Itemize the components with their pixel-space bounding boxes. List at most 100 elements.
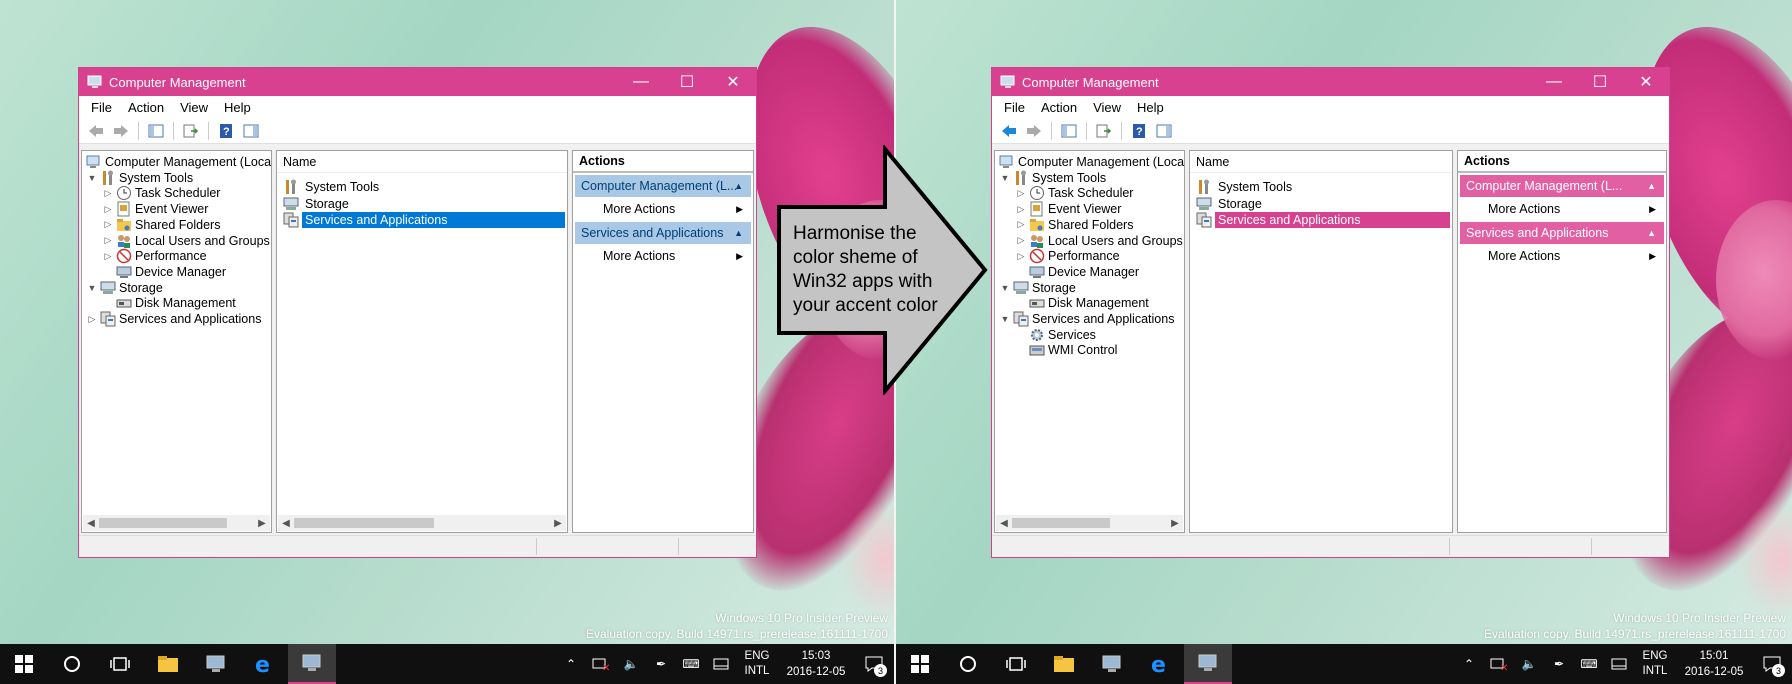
actions-section-header[interactable]: Computer Management (L... ▲: [1460, 175, 1664, 197]
back-arrow-icon[interactable]: [998, 121, 1020, 141]
input-language-indicator[interactable]: ENG INTL: [1634, 649, 1676, 679]
network-disconnected-icon[interactable]: ✕: [1484, 644, 1514, 684]
column-header-name[interactable]: Name: [277, 151, 567, 173]
start-windows-icon[interactable]: [896, 644, 944, 684]
list-item[interactable]: Services and Applications: [1194, 211, 1450, 229]
tree-expander-icon[interactable]: ▷: [102, 251, 114, 262]
file-explorer-icon[interactable]: [144, 644, 192, 684]
start-windows-icon[interactable]: [0, 644, 48, 684]
clock[interactable]: 15:01 2016-12-05: [1676, 648, 1752, 680]
column-header-name[interactable]: Name: [1190, 151, 1452, 173]
tree-expander-icon[interactable]: ▷: [1015, 235, 1027, 246]
pen-workspace-icon[interactable]: ✒: [646, 644, 676, 684]
maximize-icon[interactable]: ☐: [664, 68, 710, 96]
tree-expander-icon[interactable]: ▼: [86, 173, 98, 183]
tree-expander-icon[interactable]: ▷: [102, 235, 114, 246]
more-actions-menu-item[interactable]: More Actions ▶: [603, 199, 745, 219]
actions-section-header[interactable]: Services and Applications ▲: [575, 222, 751, 244]
export-list-icon[interactable]: [1093, 121, 1115, 141]
more-actions-menu-item[interactable]: More Actions ▶: [1488, 199, 1658, 219]
forward-arrow-icon[interactable]: [110, 121, 132, 141]
actions-section-header[interactable]: Services and Applications ▲: [1460, 222, 1664, 244]
export-list-icon[interactable]: [180, 121, 202, 141]
volume-icon[interactable]: 🔈: [1514, 644, 1544, 684]
tree-expander-icon[interactable]: ▼: [999, 173, 1011, 183]
touch-keyboard-icon[interactable]: ⌨: [676, 644, 706, 684]
tree-pane[interactable]: Computer Management (Local ▼ System Tools ▷…: [81, 150, 272, 533]
tree-expander-icon[interactable]: ▼: [999, 314, 1011, 324]
forward-arrow-icon[interactable]: [1023, 121, 1045, 141]
actions-section-header[interactable]: Computer Management (L... ▲: [575, 175, 751, 197]
action-center-icon[interactable]: 3: [854, 644, 894, 684]
menu-file[interactable]: File: [996, 100, 1033, 115]
tree-pane[interactable]: Computer Management (Local ▼ System Tools ▷…: [994, 150, 1185, 533]
clock[interactable]: 15:03 2016-12-05: [778, 648, 854, 680]
tree-expander-icon[interactable]: ▷: [1015, 251, 1027, 262]
more-actions-menu-item[interactable]: More Actions ▶: [1488, 246, 1658, 266]
file-explorer-icon[interactable]: [1040, 644, 1088, 684]
title-bar[interactable]: Computer Management — ☐ ✕: [79, 68, 756, 96]
close-icon[interactable]: ✕: [710, 68, 756, 96]
horizontal-scrollbar[interactable]: ◀ ▶: [83, 515, 270, 531]
show-hide-tree-icon[interactable]: [145, 121, 167, 141]
collapse-triangle-icon[interactable]: ▲: [734, 181, 743, 191]
tablet-mode-icon[interactable]: [1604, 644, 1634, 684]
list-pane[interactable]: Name System Tools Storage Services and App…: [1189, 150, 1453, 533]
minimize-icon[interactable]: —: [618, 68, 664, 96]
computer-management-active-icon[interactable]: [288, 644, 336, 684]
cortana-search-icon[interactable]: [944, 644, 992, 684]
more-actions-menu-item[interactable]: More Actions ▶: [603, 246, 745, 266]
menu-view[interactable]: View: [172, 100, 216, 115]
tree-expander-icon[interactable]: ▼: [86, 283, 98, 293]
computer-management-active-icon[interactable]: [1184, 644, 1232, 684]
collapse-triangle-icon[interactable]: ▲: [1647, 181, 1656, 191]
help-icon[interactable]: ?: [215, 121, 237, 141]
tree-expander-icon[interactable]: ▷: [102, 188, 114, 199]
horizontal-scrollbar[interactable]: ◀ ▶: [996, 515, 1183, 531]
scrollbar-thumb[interactable]: [99, 518, 227, 528]
minimize-icon[interactable]: —: [1531, 68, 1577, 96]
list-item[interactable]: Storage: [1194, 195, 1265, 213]
list-item[interactable]: System Tools: [1194, 178, 1295, 196]
tree-expander-icon[interactable]: ▷: [1015, 188, 1027, 199]
menu-view[interactable]: View: [1085, 100, 1129, 115]
list-item[interactable]: System Tools: [281, 178, 382, 196]
network-disconnected-icon[interactable]: ✕: [586, 644, 616, 684]
back-arrow-icon[interactable]: [85, 121, 107, 141]
menu-action[interactable]: Action: [120, 100, 172, 115]
title-bar[interactable]: Computer Management — ☐ ✕: [992, 68, 1669, 96]
edge-browser-icon[interactable]: e: [240, 644, 288, 684]
menu-help[interactable]: Help: [216, 100, 259, 115]
scroll-left-icon[interactable]: ◀: [278, 518, 294, 529]
tree-node[interactable]: ▷ Services and Applications: [86, 310, 261, 328]
scroll-right-icon[interactable]: ▶: [1167, 518, 1183, 529]
show-hidden-icons-chevron-icon[interactable]: ⌃: [1454, 644, 1484, 684]
action-center-icon[interactable]: 3: [1752, 644, 1792, 684]
close-icon[interactable]: ✕: [1623, 68, 1669, 96]
tree-expander-icon[interactable]: ▷: [1015, 219, 1027, 230]
menu-action[interactable]: Action: [1033, 100, 1085, 115]
menu-help[interactable]: Help: [1129, 100, 1172, 115]
collapse-triangle-icon[interactable]: ▲: [1647, 228, 1656, 238]
show-hide-action-pane-icon[interactable]: [240, 121, 262, 141]
tree-expander-icon[interactable]: ▷: [1015, 204, 1027, 215]
show-hide-action-pane-icon[interactable]: [1153, 121, 1175, 141]
pen-workspace-icon[interactable]: ✒: [1544, 644, 1574, 684]
touch-keyboard-icon[interactable]: ⌨: [1574, 644, 1604, 684]
tree-expander-icon[interactable]: ▼: [999, 283, 1011, 293]
list-item[interactable]: Services and Applications: [281, 211, 565, 229]
tablet-mode-icon[interactable]: [706, 644, 736, 684]
tree-expander-icon[interactable]: ▷: [86, 314, 98, 325]
scroll-right-icon[interactable]: ▶: [254, 518, 270, 529]
scrollbar-thumb[interactable]: [1012, 518, 1110, 528]
scroll-left-icon[interactable]: ◀: [996, 518, 1012, 529]
tree-expander-icon[interactable]: ▷: [102, 204, 114, 215]
tree-expander-icon[interactable]: ▷: [102, 219, 114, 230]
edge-browser-icon[interactable]: e: [1136, 644, 1184, 684]
collapse-triangle-icon[interactable]: ▲: [734, 228, 743, 238]
list-pane[interactable]: Name System Tools Storage Services and App…: [276, 150, 568, 533]
computer-management-taskbar-icon[interactable]: [192, 644, 240, 684]
cortana-search-icon[interactable]: [48, 644, 96, 684]
list-item[interactable]: Storage: [281, 195, 352, 213]
scroll-right-icon[interactable]: ▶: [550, 518, 566, 529]
